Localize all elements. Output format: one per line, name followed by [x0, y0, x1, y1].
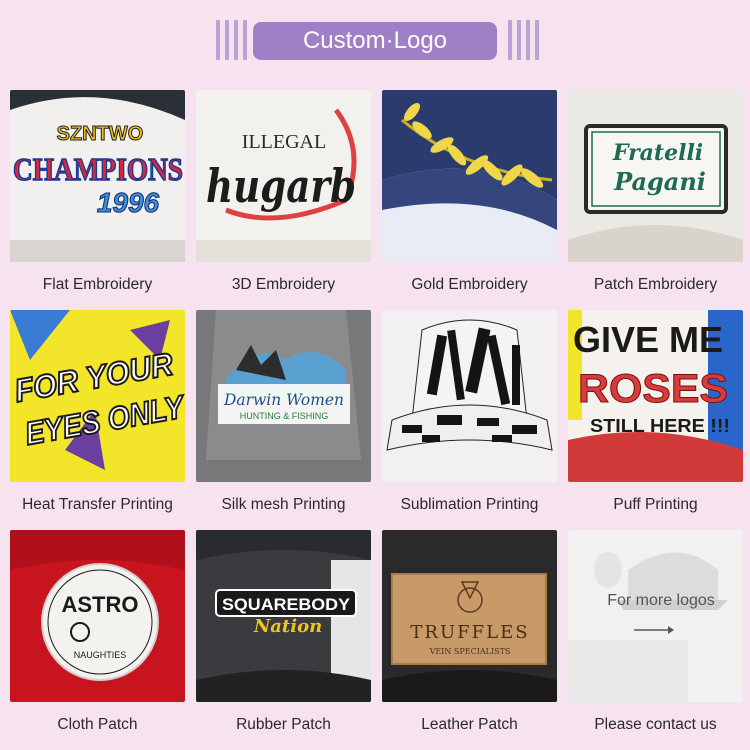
art-line1: SQUAREBODY — [222, 595, 351, 614]
decorative-bars-left — [216, 20, 247, 60]
caption-sublimation-printing: Sublimation Printing — [400, 496, 539, 513]
tile-silk-mesh-printing[interactable]: Darwin Women HUNTING & FISHING Silk mesh… — [196, 310, 371, 520]
art-line2: HUNTING & FISHING — [240, 411, 329, 421]
caption-puff-printing: Puff Printing — [613, 496, 698, 513]
art-line2: hugarb — [206, 159, 356, 213]
caption-leather-patch: Leather Patch — [421, 716, 518, 733]
tile-flat-embroidery[interactable]: SZNTWO CHAMPIONS 1996 Flat Embroidery — [10, 90, 185, 300]
patch-embroidery-image: Fratelli Pagani — [568, 90, 743, 262]
art-line1: SZNTWO — [57, 123, 144, 145]
tile-contact-us[interactable]: For more logos Please contact us — [568, 530, 743, 740]
art-line1: ILLEGAL — [242, 131, 326, 153]
caption-cloth-patch: Cloth Patch — [57, 716, 138, 733]
leather-patch-image: TRUFFLES VEIN SPECIALISTS — [382, 530, 557, 702]
art-line2: VEIN SPECIALISTS — [429, 647, 511, 656]
caption-contact-us: Please contact us — [594, 716, 717, 733]
caption-3d-embroidery: 3D Embroidery — [231, 276, 336, 293]
caption-rubber-patch: Rubber Patch — [236, 716, 331, 733]
art-line1: TRUFFLES — [410, 622, 529, 643]
header-banner: Custom·Logo — [0, 0, 750, 80]
gold-embroidery-image — [382, 90, 557, 262]
art-line2: Nation — [253, 616, 322, 637]
art-line3: STILL HERE !!! — [590, 416, 730, 436]
art-line3: 1996 — [97, 187, 160, 218]
caption-flat-embroidery: Flat Embroidery — [42, 276, 153, 293]
tile-gold-embroidery[interactable]: Gold Embroidery — [382, 90, 557, 300]
rubber-patch-image: SQUAREBODY Nation — [196, 530, 371, 702]
more-logos-text: For more logos — [607, 592, 715, 609]
tile-3d-embroidery[interactable]: ILLEGAL hugarb 3D Embroidery — [196, 90, 371, 300]
decorative-bars-right — [508, 20, 539, 60]
more-logos-image: For more logos — [568, 530, 743, 702]
heat-transfer-printing-image: FOR YOUR EYES ONLY — [10, 310, 185, 482]
caption-heat-transfer-printing: Heat Transfer Printing — [22, 496, 173, 513]
caption-patch-embroidery: Patch Embroidery — [593, 276, 718, 293]
sublimation-printing-image — [382, 310, 557, 482]
tile-cloth-patch[interactable]: ASTRO NAUGHTIES Cloth Patch — [10, 530, 185, 740]
tile-heat-transfer-printing[interactable]: FOR YOUR EYES ONLY Heat Transfer Printin… — [10, 310, 185, 520]
art-line2: Pagani — [613, 167, 706, 196]
3d-embroidery-image: ILLEGAL hugarb — [196, 90, 371, 262]
art-line1: GIVE ME — [573, 319, 723, 360]
art-line1: Darwin Women — [223, 390, 344, 409]
puff-printing-image: GIVE ME ROSES STILL HERE !!! — [568, 310, 743, 482]
silk-mesh-printing-image: Darwin Women HUNTING & FISHING — [196, 310, 371, 482]
tile-patch-embroidery[interactable]: Fratelli Pagani Patch Embroidery — [568, 90, 743, 300]
tile-rubber-patch[interactable]: SQUAREBODY Nation Rubber Patch — [196, 530, 371, 740]
art-line1: ASTRO — [62, 592, 139, 617]
flat-embroidery-image: SZNTWO CHAMPIONS 1996 — [10, 90, 185, 262]
page-title: Custom·Logo — [253, 22, 497, 60]
arrow-right-icon — [634, 626, 674, 634]
caption-silk-mesh-printing: Silk mesh Printing — [221, 496, 346, 513]
art-line2: CHAMPIONS — [13, 151, 183, 187]
tile-puff-printing[interactable]: GIVE ME ROSES STILL HERE !!! Puff Printi… — [568, 310, 743, 520]
art-line1: Fratelli — [612, 140, 703, 166]
tile-sublimation-printing[interactable]: Sublimation Printing — [382, 310, 557, 520]
cloth-patch-image: ASTRO NAUGHTIES — [10, 530, 185, 702]
tile-leather-patch[interactable]: TRUFFLES VEIN SPECIALISTS Leather Patch — [382, 530, 557, 740]
art-line2: NAUGHTIES — [74, 650, 127, 660]
caption-gold-embroidery: Gold Embroidery — [411, 276, 528, 293]
art-line2: ROSES — [578, 367, 728, 411]
